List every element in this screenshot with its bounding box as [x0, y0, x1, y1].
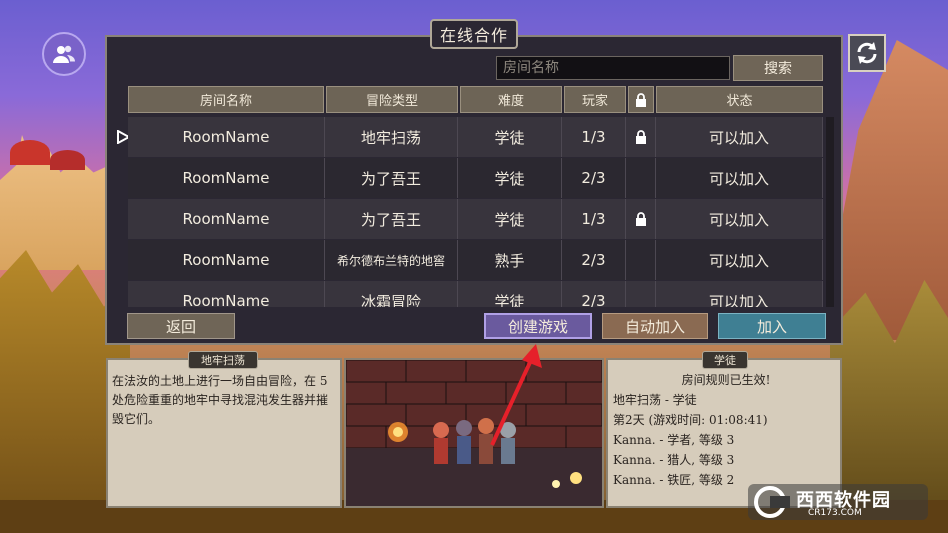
status-cell: 可以加入 — [656, 281, 823, 307]
refresh-icon — [857, 42, 877, 64]
lock-cell — [626, 117, 656, 157]
room-name-search-input[interactable] — [496, 56, 730, 80]
players-cell: 1/3 — [562, 117, 626, 157]
create-game-button[interactable]: 创建游戏 — [484, 313, 592, 339]
room-list: RoomName 地牢扫荡 学徒 1/3 可以加入 RoomName 为了吾王 学徒 2/3 可以… — [128, 117, 823, 307]
dungeon-scene — [346, 360, 602, 506]
room-mode-line: 地牢扫荡 - 学徒 — [613, 393, 697, 407]
room-name-cell: RoomName — [128, 199, 325, 239]
lock-icon — [636, 92, 646, 107]
panel-title: 在线合作 — [430, 19, 518, 49]
difficulty-cell: 学徒 — [458, 199, 562, 239]
castle-roof — [50, 150, 85, 170]
room-player-line: Kanna. - 猎人, 等级 3 — [613, 453, 735, 467]
column-status[interactable]: 状态 — [656, 86, 823, 113]
difficulty-cell: 学徒 — [458, 281, 562, 307]
column-room-name[interactable]: 房间名称 — [128, 86, 324, 113]
room-name-cell: RoomName — [128, 158, 325, 198]
room-name-cell: RoomName — [128, 240, 325, 280]
difficulty-cell: 学徒 — [458, 158, 562, 198]
room-row[interactable]: RoomName 冰霜冒险 学徒 2/3 可以加入 — [128, 281, 823, 307]
room-day-line: 第2天 (游戏时间: 01:08:41) — [613, 413, 768, 427]
room-row[interactable]: RoomName 希尔德布兰特的地窖 熟手 2/3 可以加入 — [128, 240, 823, 280]
difficulty-cell: 学徒 — [458, 117, 562, 157]
watermark-subtext: CR173.COM — [808, 508, 862, 518]
friends-button[interactable] — [42, 32, 86, 76]
dungeon-preview-image — [344, 358, 604, 508]
room-info-lines: 房间规则已生效! 地牢扫荡 - 学徒 第2天 (游戏时间: 01:08:41) … — [613, 370, 839, 490]
status-cell: 可以加入 — [656, 158, 823, 198]
room-row[interactable]: RoomName 为了吾王 学徒 2/3 可以加入 — [128, 158, 823, 198]
castle-roof — [10, 140, 50, 165]
room-name-cell: RoomName — [128, 281, 325, 307]
lock-cell — [626, 158, 656, 198]
join-button[interactable]: 加入 — [718, 313, 826, 339]
difficulty-tab: 学徒 — [702, 351, 748, 369]
lock-cell — [626, 281, 656, 307]
adventure-type-cell: 冰霜冒险 — [325, 281, 458, 307]
lock-icon — [635, 212, 646, 226]
back-button[interactable]: 返回 — [127, 313, 235, 339]
mode-description: 在法汝的土地上进行一场自由冒险，在 5 处危险重重的地牢中寻找混沌发生器并摧毁它… — [112, 374, 329, 426]
players-cell: 2/3 — [562, 281, 626, 307]
room-row[interactable]: RoomName 地牢扫荡 学徒 1/3 可以加入 — [128, 117, 823, 157]
adventure-type-cell: 地牢扫荡 — [325, 117, 458, 157]
lock-cell — [626, 240, 656, 280]
adventure-type-cell: 为了吾王 — [325, 199, 458, 239]
room-table-header: 房间名称 冒险类型 难度 玩家 状态 — [128, 86, 823, 113]
column-difficulty[interactable]: 难度 — [460, 86, 562, 113]
status-cell: 可以加入 — [656, 240, 823, 280]
room-player-line: Kanna. - 学者, 等级 3 — [613, 433, 735, 447]
mode-tab: 地牢扫荡 — [188, 351, 258, 369]
users-icon — [53, 45, 75, 63]
column-adventure-type[interactable]: 冒险类型 — [326, 86, 458, 113]
adventure-type-cell: 为了吾王 — [325, 158, 458, 198]
room-row[interactable]: RoomName 为了吾王 学徒 1/3 可以加入 — [128, 199, 823, 239]
auto-join-button[interactable]: 自动加入 — [602, 313, 708, 339]
search-button[interactable]: 搜索 — [733, 55, 823, 81]
lock-cell — [626, 199, 656, 239]
room-name-cell: RoomName — [128, 117, 325, 157]
players-cell: 1/3 — [562, 199, 626, 239]
adventure-type-cell: 希尔德布兰特的地窖 — [325, 240, 458, 280]
refresh-button[interactable] — [848, 34, 886, 72]
column-lock[interactable] — [628, 86, 654, 113]
players-cell: 2/3 — [562, 158, 626, 198]
status-cell: 可以加入 — [656, 117, 823, 157]
status-cell: 可以加入 — [656, 199, 823, 239]
room-rules-status: 房间规则已生效! — [681, 373, 771, 387]
column-players[interactable]: 玩家 — [564, 86, 626, 113]
difficulty-cell: 熟手 — [458, 240, 562, 280]
players-cell: 2/3 — [562, 240, 626, 280]
lock-icon — [635, 130, 646, 144]
room-list-scrollbar[interactable] — [826, 117, 834, 307]
